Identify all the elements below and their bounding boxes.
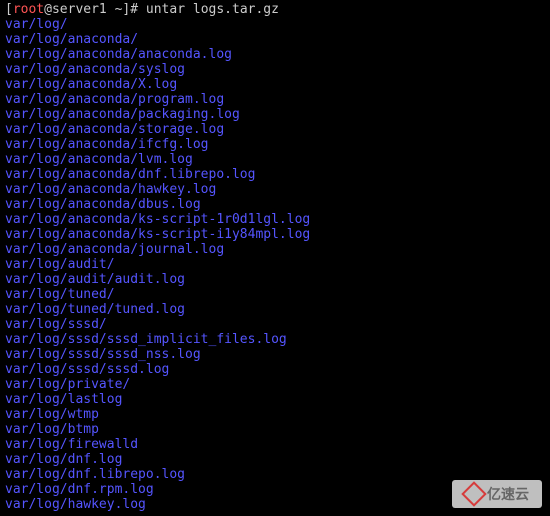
output-line: var/log/sssd/sssd.log bbox=[5, 362, 545, 377]
prompt-at: @ bbox=[44, 2, 52, 17]
output-line: var/log/audit/ bbox=[5, 257, 545, 272]
prompt-hash: # bbox=[130, 2, 146, 17]
output-line: var/log/anaconda/storage.log bbox=[5, 122, 545, 137]
output-line: var/log/sssd/sssd_implicit_files.log bbox=[5, 332, 545, 347]
output-line: var/log/anaconda/packaging.log bbox=[5, 107, 545, 122]
output-line: var/log/anaconda/journal.log bbox=[5, 242, 545, 257]
output-line: var/log/anaconda/syslog bbox=[5, 62, 545, 77]
prompt-line: [root@server1 ~]# untar logs.tar.gz bbox=[5, 2, 545, 17]
watermark-text: 亿速云 bbox=[487, 487, 529, 502]
watermark-logo-icon bbox=[465, 485, 483, 503]
output-line: var/log/ bbox=[5, 17, 545, 32]
output-line: var/log/wtmp bbox=[5, 407, 545, 422]
output-line: var/log/lastlog bbox=[5, 392, 545, 407]
output-line: var/log/dnf.log bbox=[5, 452, 545, 467]
terminal-output: [root@server1 ~]# untar logs.tar.gz var/… bbox=[5, 2, 545, 512]
output-line: var/log/anaconda/ks-script-1r0d1lgl.log bbox=[5, 212, 545, 227]
output-line: var/log/anaconda/lvm.log bbox=[5, 152, 545, 167]
output-line: var/log/btmp bbox=[5, 422, 545, 437]
output-line: var/log/anaconda/hawkey.log bbox=[5, 182, 545, 197]
output-line: var/log/tuned/ bbox=[5, 287, 545, 302]
output-line: var/log/private/ bbox=[5, 377, 545, 392]
command-text: untar logs.tar.gz bbox=[146, 2, 279, 17]
output-line: var/log/sssd/ bbox=[5, 317, 545, 332]
output-line: var/log/anaconda/anaconda.log bbox=[5, 47, 545, 62]
output-line: var/log/audit/audit.log bbox=[5, 272, 545, 287]
prompt-space bbox=[107, 2, 115, 17]
output-line: var/log/sssd/sssd_nss.log bbox=[5, 347, 545, 362]
output-line: var/log/tuned/tuned.log bbox=[5, 302, 545, 317]
output-line: var/log/anaconda/program.log bbox=[5, 92, 545, 107]
output-line: var/log/anaconda/ bbox=[5, 32, 545, 47]
prompt-user: root bbox=[13, 2, 44, 17]
output-line: var/log/anaconda/ks-script-i1y84mpl.log bbox=[5, 227, 545, 242]
output-line: var/log/firewalld bbox=[5, 437, 545, 452]
output-line: var/log/anaconda/dnf.librepo.log bbox=[5, 167, 545, 182]
prompt-host: server1 bbox=[52, 2, 107, 17]
output-line: var/log/anaconda/X.log bbox=[5, 77, 545, 92]
output-line: var/log/anaconda/dbus.log bbox=[5, 197, 545, 212]
prompt-open-bracket: [ bbox=[5, 2, 13, 17]
watermark-badge: 亿速云 bbox=[452, 480, 542, 508]
output-line: var/log/anaconda/ifcfg.log bbox=[5, 137, 545, 152]
